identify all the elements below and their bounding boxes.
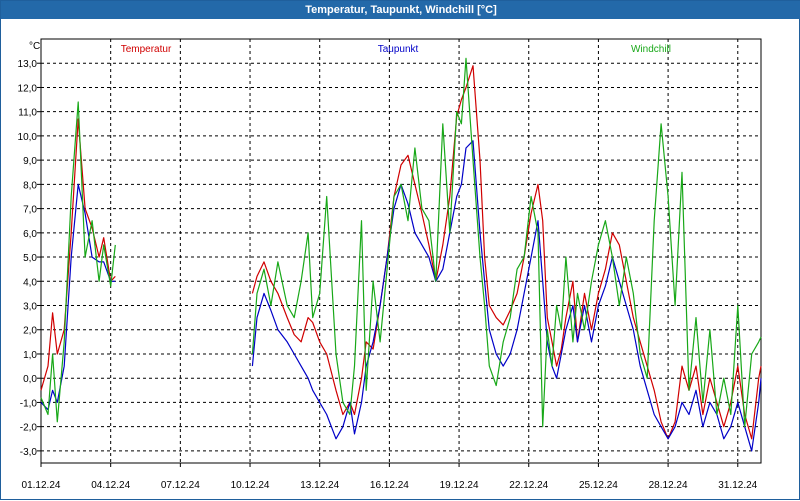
y-tick-label: 1,0 — [23, 350, 37, 361]
y-tick-label: 11,0 — [18, 108, 37, 119]
y-tick-label: 9,0 — [23, 156, 37, 167]
x-tick-label: 07.12.24 — [161, 480, 200, 491]
x-tick-label: 19.12.24 — [440, 480, 479, 491]
y-axis-label: °C — [29, 41, 40, 52]
legend-label-temperatur: Temperatur — [121, 44, 172, 55]
y-tick-label: 6,0 — [23, 229, 37, 240]
legend-label-windchill: Windchill — [631, 44, 671, 55]
y-tick-label: 12,0 — [18, 83, 38, 94]
y-tick-label: 8,0 — [23, 180, 37, 191]
x-tick-label: 25.12.24 — [579, 480, 618, 491]
y-tick-label: -3,0 — [20, 447, 38, 458]
y-tick-label: 7,0 — [23, 205, 37, 216]
y-tick-label: 4,0 — [23, 277, 37, 288]
y-tick-label: -1,0 — [20, 398, 38, 409]
x-tick-label: 13.12.24 — [300, 480, 339, 491]
x-tick-label: 28.12.24 — [649, 480, 688, 491]
chart-canvas: 13,0 12,0 11,0 10,0 9,0 8,0 7,0 6,0 5,0 4,0 3,0 2,0… — [18, 38, 762, 491]
legend-label-taupunkt: Taupunkt — [378, 44, 419, 55]
x-tick-label: 22.12.24 — [509, 480, 548, 491]
x-tick-label: 16.12.24 — [370, 480, 409, 491]
y-tick-label: 2,0 — [23, 326, 37, 337]
x-tick-label: 10.12.24 — [231, 480, 270, 491]
chart-window: Temperatur, Taupunkt, Windchill [°C] 13,… — [0, 0, 800, 500]
y-tick-label: 0,0 — [23, 374, 37, 385]
chart-title: Temperatur, Taupunkt, Windchill [°C] — [1, 1, 800, 19]
y-tick-label: -2,0 — [20, 423, 38, 434]
x-tick-label: 04.12.24 — [91, 480, 130, 491]
y-tick-label: 5,0 — [23, 253, 37, 264]
y-tick-label: 3,0 — [23, 302, 37, 313]
y-tick-label: 10,0 — [18, 132, 38, 143]
y-tick-label: 13,0 — [18, 59, 38, 70]
x-tick-label: 01.12.24 — [22, 480, 61, 491]
x-tick-label: 31.12.24 — [718, 480, 757, 491]
